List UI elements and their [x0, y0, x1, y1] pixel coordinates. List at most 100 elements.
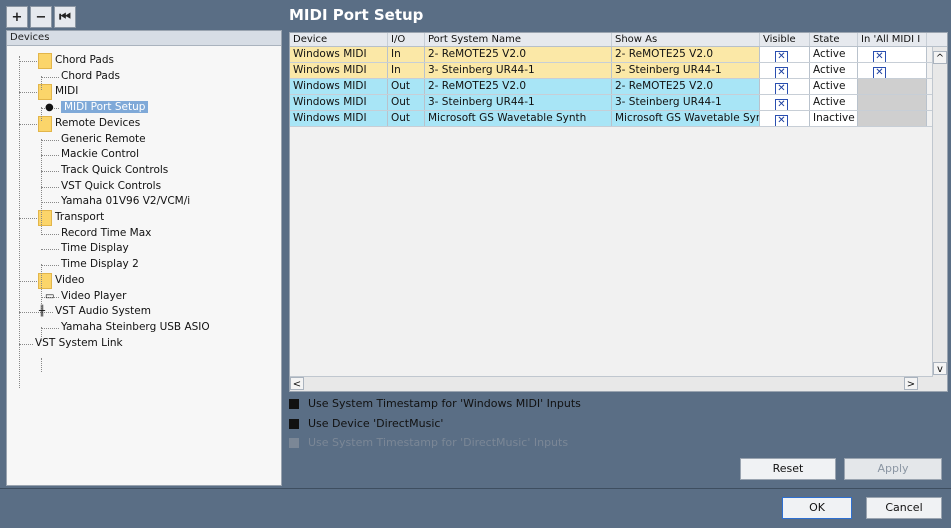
table-header: Device I/O Port System Name Show As Visi… — [290, 33, 947, 47]
tree-connector — [19, 61, 39, 62]
tree-item-midi-folder[interactable]: MIDI — [38, 84, 78, 101]
cell-all-midi[interactable] — [858, 79, 927, 94]
table-row[interactable]: Windows MIDI Out 3- Steinberg UR44-1 3- Ste… — [290, 95, 947, 111]
table-row[interactable]: Windows MIDI Out 2- ReMOTE25 V2.0 2- ReMOTE… — [290, 79, 947, 95]
apply-button[interactable]: Apply — [844, 458, 942, 480]
scroll-down-icon[interactable]: v — [933, 362, 947, 375]
tree-item-vst-audio-system[interactable]: ╫ VST Audio System — [39, 304, 151, 319]
column-visible[interactable]: Visible — [760, 33, 810, 46]
cell-show-as: 2- ReMOTE25 V2.0 — [612, 79, 760, 94]
cell-port: 2- ReMOTE25 V2.0 — [425, 79, 612, 94]
tree-item-chord-pads[interactable]: Chord Pads — [61, 69, 120, 84]
tree-item-midi-port-setup[interactable]: ● MIDI Port Setup — [45, 100, 149, 115]
tree-item-record-time-max[interactable]: Record Time Max — [61, 226, 151, 241]
column-port-system-name[interactable]: Port System Name — [425, 33, 612, 46]
tree-item-label: Track Quick Controls — [61, 163, 169, 176]
midi-port-icon: ● — [45, 102, 54, 114]
cell-show-as: 3- Steinberg UR44-1 — [612, 95, 760, 110]
tree-item-transport-folder[interactable]: Transport — [38, 210, 104, 226]
tree-item-track-quick-controls[interactable]: Track Quick Controls — [61, 163, 168, 178]
tree-item-mackie-control[interactable]: Mackie Control — [61, 147, 139, 162]
cell-all-midi[interactable] — [858, 95, 927, 110]
column-io[interactable]: I/O — [388, 33, 425, 46]
checkbox-checked-icon[interactable]: ✕ — [873, 51, 886, 62]
horizontal-scrollbar[interactable]: < > — [290, 376, 933, 391]
tree-connector — [41, 264, 42, 310]
option-use-directmusic[interactable]: Use Device 'DirectMusic' — [289, 417, 443, 430]
column-state[interactable]: State — [810, 33, 858, 46]
scroll-right-icon[interactable]: > — [904, 377, 918, 390]
column-show-as[interactable]: Show As — [612, 33, 760, 46]
cell-state: Active — [810, 63, 858, 78]
cell-device: Windows MIDI — [290, 47, 388, 62]
tree-connector — [41, 155, 59, 157]
tree-item-time-display-2[interactable]: Time Display 2 — [61, 257, 139, 272]
cell-port: 2- ReMOTE25 V2.0 — [425, 47, 612, 62]
scroll-left-icon[interactable]: < — [290, 377, 304, 390]
tree-item-vst-system-link[interactable]: VST System Link — [35, 336, 123, 351]
table-row[interactable]: Windows MIDI In 2- ReMOTE25 V2.0 2- ReMOTE2… — [290, 47, 947, 63]
tree-item-video-folder[interactable]: Video — [38, 272, 84, 289]
table-row[interactable]: Windows MIDI Out Microsoft GS Wavetable Sy… — [290, 111, 947, 127]
cell-all-midi[interactable]: ✕ — [858, 63, 927, 78]
checkbox-icon[interactable] — [289, 418, 299, 429]
scroll-up-icon[interactable]: ^ — [933, 51, 947, 64]
checkbox-checked-icon[interactable]: ✕ — [873, 67, 886, 78]
ok-button[interactable]: OK — [782, 497, 852, 519]
tree-connector — [41, 202, 59, 204]
checkbox-checked-icon[interactable]: ✕ — [775, 99, 788, 110]
column-in-all-midi[interactable]: In 'All MIDI I — [858, 33, 927, 46]
checkbox-checked-icon[interactable]: ✕ — [775, 51, 788, 62]
tree-connector — [41, 233, 59, 235]
collapse-tree-button[interactable]: ⏮ — [54, 6, 76, 28]
tree-item-label: VST Audio System — [55, 305, 151, 318]
cell-visible[interactable]: ✕ — [760, 47, 810, 62]
add-device-button[interactable]: + — [6, 6, 28, 28]
tree-connector — [41, 327, 42, 341]
cell-all-midi[interactable]: ✕ — [858, 47, 927, 62]
tree-item-yamaha-01v96[interactable]: Yamaha 01V96 V2/VCM/i — [61, 194, 190, 209]
column-device[interactable]: Device — [290, 33, 388, 46]
tree-connector — [19, 56, 20, 388]
cell-state: Active — [810, 79, 858, 94]
option-system-timestamp-windows-midi[interactable]: Use System Timestamp for 'Windows MIDI' … — [289, 397, 581, 410]
cell-port: 3- Steinberg UR44-1 — [425, 63, 612, 78]
cell-io: Out — [388, 79, 425, 94]
vertical-scrollbar[interactable]: ^ v — [932, 47, 947, 391]
checkbox-checked-icon[interactable]: ✕ — [775, 115, 788, 126]
cancel-button[interactable]: Cancel — [866, 497, 942, 519]
tree-item-chord-pads-folder[interactable]: Chord Pads — [38, 53, 114, 69]
tree-connector — [19, 312, 53, 314]
device-toolbar: + − ⏮ — [6, 6, 76, 28]
cell-all-midi[interactable] — [858, 111, 927, 126]
tree-item-remote-devices-folder[interactable]: Remote Devices — [38, 115, 140, 132]
tree-item-video-player[interactable]: ▭ Video Player — [45, 289, 127, 304]
tree-connector — [41, 358, 42, 372]
cell-visible[interactable]: ✕ — [760, 111, 810, 126]
tree-connector — [41, 249, 59, 251]
tree-item-time-display[interactable]: Time Display — [61, 241, 129, 256]
option-label: Use System Timestamp for 'Windows MIDI' … — [308, 397, 581, 410]
tree-item-yamaha-steinberg-usb-asio[interactable]: Yamaha Steinberg USB ASIO — [61, 320, 210, 335]
tree-connector — [41, 327, 59, 329]
cell-device: Windows MIDI — [290, 111, 388, 126]
cell-visible[interactable]: ✕ — [760, 95, 810, 110]
cell-visible[interactable]: ✕ — [760, 63, 810, 78]
reset-button[interactable]: Reset — [740, 458, 836, 480]
tree-connector — [41, 107, 42, 121]
tree-connector — [41, 265, 59, 267]
tree-connector — [19, 218, 39, 219]
tree-item-label: Chord Pads — [55, 54, 114, 66]
option-label: Use Device 'DirectMusic' — [308, 417, 444, 430]
cell-visible[interactable]: ✕ — [760, 79, 810, 94]
checkbox-checked-icon[interactable]: ✕ — [775, 67, 788, 78]
checkbox-icon[interactable] — [289, 398, 299, 409]
checkbox-checked-icon[interactable]: ✕ — [775, 83, 788, 94]
tree-item-generic-remote[interactable]: Generic Remote — [61, 132, 146, 147]
tree-connector — [19, 343, 33, 345]
folder-icon — [38, 53, 52, 69]
tree-item-label: Video Player — [61, 289, 127, 302]
table-row[interactable]: Windows MIDI In 3- Steinberg UR44-1 3- Stei… — [290, 63, 947, 79]
remove-device-button[interactable]: − — [30, 6, 52, 28]
tree-item-vst-quick-controls[interactable]: VST Quick Controls — [61, 179, 161, 194]
